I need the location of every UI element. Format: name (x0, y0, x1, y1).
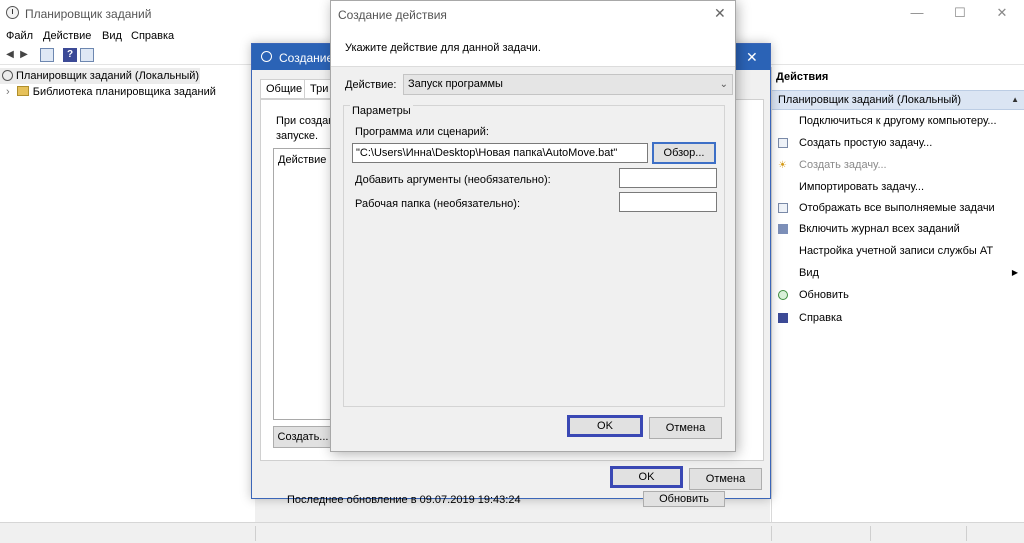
task-cancel-button[interactable]: Отмена (689, 468, 762, 490)
create-action-dialog: Создание действия ✕ Укажите действие для… (330, 0, 736, 452)
prompt-area: Укажите действие для данной задачи. (331, 27, 735, 67)
status-divider (771, 526, 772, 541)
refresh-button[interactable]: Обновить (643, 491, 725, 507)
action-create-basic-task[interactable]: Создать простую задачу... (772, 133, 1024, 153)
action-ok-button[interactable]: OK (567, 415, 643, 437)
close-button[interactable]: ✕ (982, 4, 1022, 22)
list-icon (778, 203, 788, 213)
action-import-task[interactable]: Импортировать задачу... (772, 177, 1024, 197)
log-icon (778, 224, 788, 234)
menu-file[interactable]: Файл (6, 30, 33, 42)
chevron-down-icon: ⌄ (719, 79, 728, 90)
workdir-input[interactable] (619, 192, 717, 212)
clock-icon (6, 6, 19, 19)
action-pane-icon[interactable] (80, 48, 94, 62)
close-icon[interactable]: ✕ (714, 5, 726, 22)
task-ok-button[interactable]: OK (610, 466, 683, 488)
arguments-label: Добавить аргументы (необязательно): (355, 174, 551, 186)
actions-pane: Действия Планировщик заданий (Локальный)… (771, 67, 1024, 522)
submenu-arrow-icon: ▶ (1011, 268, 1018, 277)
tab-triggers[interactable]: Три (304, 79, 334, 99)
list-header-action: Действие (278, 154, 327, 166)
chevron-right-icon[interactable]: › (6, 86, 10, 98)
forward-arrow-icon[interactable]: ▶ (17, 48, 31, 62)
program-label: Программа или сценарий: (355, 126, 489, 138)
sun-icon: ☀ (778, 160, 787, 171)
browse-button[interactable]: Обзор... (652, 142, 716, 164)
maximize-button[interactable]: ☐ (940, 4, 980, 22)
status-divider (870, 526, 871, 541)
tree-item-root[interactable]: Планировщик заданий (Локальный) (0, 68, 200, 84)
actions-description: При создан запуске. (276, 115, 335, 142)
console-tree-icon[interactable] (40, 48, 54, 62)
action-view[interactable]: Вид ▶ (772, 263, 1024, 283)
action-prompt: Укажите действие для данной задачи. (345, 42, 541, 54)
close-icon[interactable]: ✕ (746, 49, 758, 66)
action-help[interactable]: Справка (772, 308, 1024, 328)
create-action-titlebar: Создание действия ✕ (331, 1, 735, 27)
action-type-label: Действие: (345, 79, 397, 91)
refresh-icon (778, 290, 788, 300)
tab-general[interactable]: Общие (260, 79, 309, 99)
action-show-running[interactable]: Отображать все выполняемые задачи (772, 198, 1024, 218)
parameters-legend: Параметры (350, 105, 413, 117)
workdir-label: Рабочая папка (необязательно): (355, 198, 521, 210)
action-type-select[interactable]: Запуск программы ⌄ (403, 74, 733, 95)
minimize-button[interactable]: — (897, 4, 937, 22)
status-bar (0, 522, 1024, 543)
actions-section-header[interactable]: Планировщик заданий (Локальный) ▲ (772, 90, 1024, 110)
action-connect[interactable]: Подключиться к другому компьютеру... (772, 111, 1024, 131)
tree-item-library[interactable]: › Библиотека планировщика заданий (6, 84, 216, 100)
status-divider (966, 526, 967, 541)
clock-icon (2, 70, 13, 81)
action-cancel-button[interactable]: Отмена (649, 417, 722, 439)
action-enable-log[interactable]: Включить журнал всех заданий (772, 219, 1024, 239)
help-icon[interactable]: ? (63, 48, 77, 62)
action-at-account[interactable]: Настройка учетной записи службы AT (772, 241, 1024, 261)
last-update-text: Последнее обновление в 09.07.2019 19:43:… (287, 494, 521, 506)
task-icon (778, 138, 788, 148)
menu-help[interactable]: Справка (131, 30, 174, 42)
menu-action[interactable]: Действие (43, 30, 91, 42)
program-input[interactable]: "C:\Users\Инна\Desktop\Новая папка\AutoM… (352, 143, 648, 163)
create-action-button[interactable]: Создать... (273, 426, 333, 448)
help-icon (778, 313, 788, 323)
collapse-triangle-icon[interactable]: ▲ (1011, 91, 1019, 109)
folder-icon (16, 86, 29, 96)
clock-icon (261, 51, 272, 62)
actions-header: Действия (776, 71, 829, 83)
menu-view[interactable]: Вид (102, 30, 122, 42)
action-create-task[interactable]: ☀ Создать задачу... (772, 155, 1024, 175)
console-tree: Планировщик заданий (Локальный) › Библио… (0, 67, 250, 522)
window-title: Планировщик заданий (25, 7, 152, 21)
arguments-input[interactable] (619, 168, 717, 188)
status-divider (255, 526, 256, 541)
back-arrow-icon[interactable]: ◀ (3, 48, 17, 62)
action-refresh[interactable]: Обновить (772, 285, 1024, 305)
actions-list[interactable]: Действие (273, 148, 333, 420)
